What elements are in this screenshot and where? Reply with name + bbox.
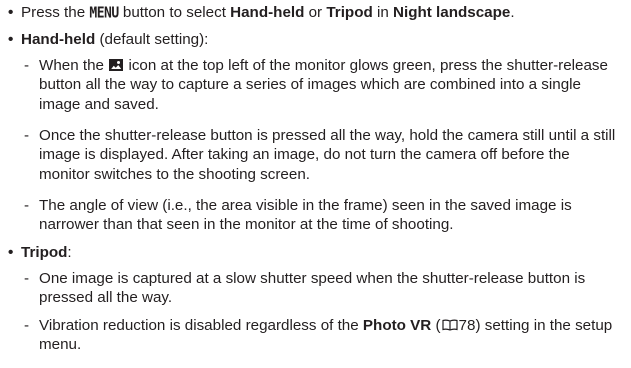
dash-symbol: - [24, 127, 30, 144]
tripod-option: Tripod [326, 4, 373, 21]
night-landscape-mode: Night landscape [393, 4, 511, 21]
reference-page-number: 78 [458, 317, 476, 334]
handheld-item-3: - The angle of view (i.e., the area visi… [24, 196, 624, 235]
bullet-symbol: • [8, 4, 14, 21]
handheld-item-1-text: When the icon at the top left of the mon… [24, 56, 624, 114]
intro-pre: Press the [21, 4, 90, 21]
handheld-item-1: - When the icon at the top left of the m… [24, 56, 624, 114]
dash-symbol: - [24, 197, 30, 214]
tripod-item-2: - Vibration reduction is disabled regard… [24, 316, 624, 355]
handheld-item-3-text: The angle of view (i.e., the area visibl… [39, 197, 572, 234]
handheld-heading: • Hand-held (default setting): [8, 30, 208, 49]
bullet-symbol: • [8, 244, 14, 261]
menu-button-label: MENU [89, 4, 119, 23]
bullet-symbol: • [8, 31, 14, 48]
tripod-item-1-text: One image is captured at a slow shutter … [39, 270, 586, 307]
handheld-item-1-pre: When the [39, 57, 109, 74]
intro-bullet: • Press the MENU button to select Hand-he… [8, 3, 515, 23]
intro-end: . [510, 4, 515, 21]
tripod-item-2-pre: Vibration reduction is disabled regardle… [39, 317, 363, 334]
photo-vr-setting: Photo VR [362, 317, 432, 334]
handheld-item-2-text: Once the shutter-release button is press… [39, 127, 616, 183]
intro-mid: button to select [118, 4, 231, 21]
intro-in: in [372, 4, 394, 21]
tripod-heading: • Tripod: [8, 243, 72, 262]
handheld-item-1-post: icon at the top left of the monitor glow… [39, 57, 608, 113]
handheld-option: Hand-held [230, 4, 305, 21]
tripod-heading-label: Tripod [21, 244, 68, 261]
handheld-item-2: - Once the shutter-release button is pre… [24, 126, 624, 184]
tripod-item-1: - One image is captured at a slow shutte… [24, 269, 624, 308]
dash-symbol: - [24, 57, 30, 74]
tripod-item-2-text: Vibration reduction is disabled regardle… [24, 316, 624, 355]
handheld-heading-suffix: (default setting): [95, 31, 209, 48]
book-reference-icon [441, 319, 458, 331]
intro-or: or [304, 4, 327, 21]
handheld-heading-label: Hand-held [21, 31, 96, 48]
dash-symbol: - [24, 317, 30, 334]
tripod-heading-suffix: : [67, 244, 72, 261]
ref-open: ( [431, 317, 441, 334]
dash-symbol: - [24, 270, 30, 287]
night-landscape-icon [109, 59, 124, 71]
